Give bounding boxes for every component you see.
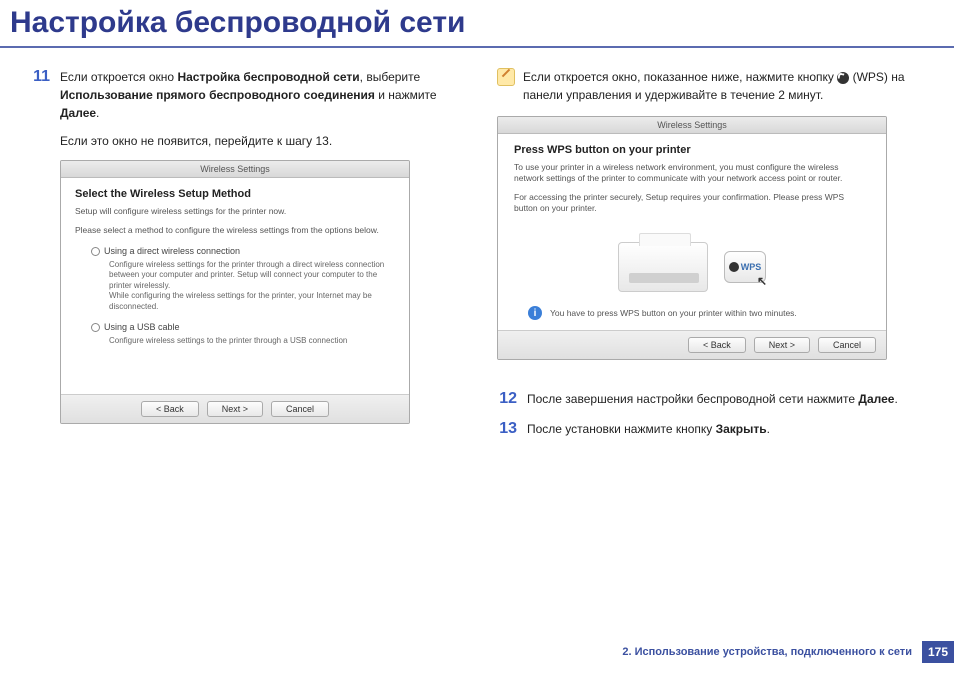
back-button[interactable]: < Back	[688, 337, 746, 353]
next-button[interactable]: Next >	[754, 337, 810, 353]
step-text: Если откроется окно Настройка беспроводн…	[60, 68, 457, 122]
t: После завершения настройки беспроводной …	[527, 392, 858, 406]
step-11: 11 Если откроется окно Настройка беспров…	[30, 68, 457, 122]
radio-label: Using a USB cable	[104, 322, 180, 332]
printer-illustration: WPS ↖	[514, 222, 870, 306]
radio-icon	[91, 323, 100, 332]
printer-icon	[618, 242, 708, 292]
right-column: Если откроется окно, показанное ниже, на…	[497, 68, 924, 450]
note-icon	[497, 68, 515, 86]
radio-label: Using a direct wireless connection	[104, 246, 240, 256]
wps-label: WPS	[741, 262, 762, 272]
t: .	[96, 106, 99, 120]
t: , выберите	[360, 70, 421, 84]
step-number: 11	[30, 68, 50, 122]
step-11-followup: Если это окно не появится, перейдите к ш…	[60, 134, 457, 148]
cancel-button[interactable]: Cancel	[818, 337, 876, 353]
window-text: To use your printer in a wireless networ…	[514, 162, 870, 184]
t: Если откроется окно	[60, 70, 177, 84]
note-text: Если откроется окно, показанное ниже, на…	[523, 68, 924, 104]
page-title: Настройка беспроводной сети	[0, 0, 954, 48]
t: и нажмите	[375, 88, 437, 102]
t: .	[767, 422, 770, 436]
button-bar: < Back Next > Cancel	[61, 394, 409, 423]
t-bold: Настройка беспроводной сети	[177, 70, 359, 84]
step-12: 12 После завершения настройки беспроводн…	[497, 390, 924, 408]
radio-icon	[91, 247, 100, 256]
note: Если откроется окно, показанное ниже, на…	[497, 68, 924, 104]
step-text: После установки нажмите кнопку Закрыть.	[527, 420, 770, 438]
window-heading: Select the Wireless Setup Method	[75, 188, 395, 200]
step-text: После завершения настройки беспроводной …	[527, 390, 898, 408]
next-button[interactable]: Next >	[207, 401, 263, 417]
step-number: 13	[497, 420, 517, 438]
t-bold: Далее	[858, 392, 894, 406]
t-bold: Далее	[60, 106, 96, 120]
t: .	[894, 392, 897, 406]
window-text: For accessing the printer securely, Setu…	[514, 192, 870, 214]
t-bold: Использование прямого беспроводного соед…	[60, 88, 375, 102]
info-text: You have to press WPS button on your pri…	[550, 308, 797, 318]
radio-option-usb[interactable]: Using a USB cable	[91, 322, 395, 332]
window-heading: Press WPS button on your printer	[514, 144, 870, 156]
option-description: Configure wireless settings to the print…	[109, 336, 395, 346]
window-subtext: Please select a method to configure the …	[75, 225, 395, 236]
content-columns: 11 Если откроется окно Настройка беспров…	[0, 48, 954, 450]
t-bold: Закрыть	[716, 422, 767, 436]
window-title: Wireless Settings	[61, 161, 409, 178]
page-number: 175	[922, 641, 954, 663]
button-bar: < Back Next > Cancel	[498, 330, 886, 359]
t: После установки нажмите кнопку	[527, 422, 716, 436]
screenshot-press-wps: Wireless Settings Press WPS button on yo…	[497, 116, 887, 360]
wps-icon	[729, 262, 739, 272]
window-title: Wireless Settings	[498, 117, 886, 134]
cancel-button[interactable]: Cancel	[271, 401, 329, 417]
step-13: 13 После установки нажмите кнопку Закрыт…	[497, 420, 924, 438]
left-column: 11 Если откроется окно Настройка беспров…	[30, 68, 457, 450]
t: Если откроется окно, показанное ниже, на…	[523, 70, 837, 84]
wps-button-badge: WPS ↖	[724, 251, 766, 283]
info-icon: i	[528, 306, 542, 320]
screenshot-wireless-setup-method: Wireless Settings Select the Wireless Se…	[60, 160, 410, 424]
footer: 2. Использование устройства, подключенно…	[622, 641, 954, 663]
step-number: 12	[497, 390, 517, 408]
back-button[interactable]: < Back	[141, 401, 199, 417]
wps-icon	[837, 72, 849, 84]
footer-text: 2. Использование устройства, подключенно…	[622, 646, 922, 658]
cursor-icon: ↖	[757, 274, 767, 288]
window-body: Select the Wireless Setup Method Setup w…	[61, 178, 409, 394]
info-row: i You have to press WPS button on your p…	[514, 306, 870, 330]
radio-option-direct[interactable]: Using a direct wireless connection	[91, 246, 395, 256]
window-subtext: Setup will configure wireless settings f…	[75, 206, 395, 217]
window-body: Press WPS button on your printer To use …	[498, 134, 886, 330]
option-description: Configure wireless settings for the prin…	[109, 260, 395, 312]
